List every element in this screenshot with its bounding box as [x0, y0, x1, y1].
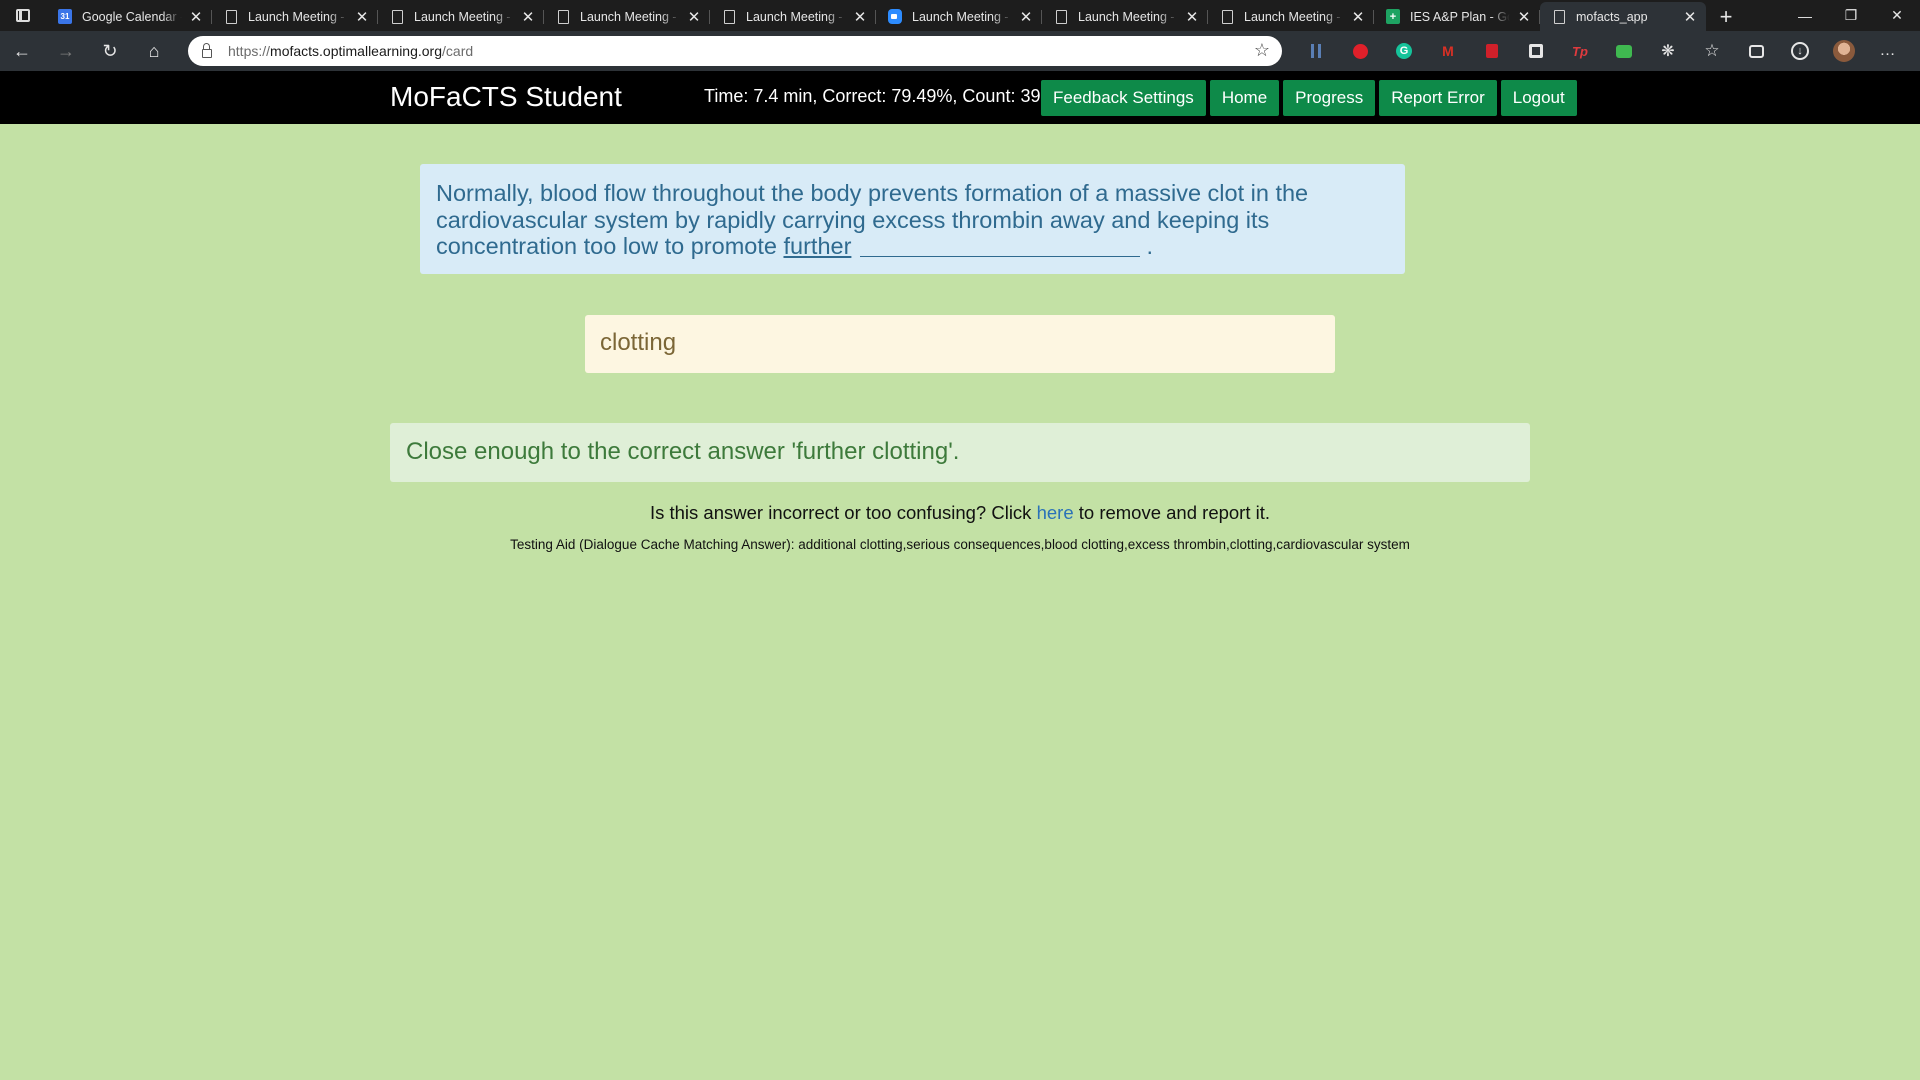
nav-buttons: Feedback Settings Home Progress Report E… [1041, 80, 1577, 116]
close-tab-icon[interactable]: ✕ [1018, 8, 1034, 26]
close-tab-icon[interactable]: ✕ [686, 8, 702, 26]
browser-tab[interactable]: Launch Meeting - ✕ [710, 2, 876, 31]
browser-toolbar: ← → ↻ ⌂ https://mofacts.optimallearning.… [0, 31, 1920, 71]
report-prefix: Is this answer incorrect or too confusin… [649, 502, 1032, 523]
adblock-icon[interactable] [1338, 31, 1382, 71]
document-icon [556, 9, 570, 25]
favorites-icon[interactable]: ☆ [1690, 31, 1734, 71]
report-prompt: Is this answer incorrect or too confusin… [0, 502, 1920, 524]
collections-icon[interactable] [1734, 31, 1778, 71]
question-prompt: Normally, blood flow throughout the body… [420, 164, 1405, 274]
testing-aid: Testing Aid (Dialogue Cache Matching Ans… [510, 537, 1410, 552]
close-tab-icon[interactable]: ✕ [1184, 8, 1200, 26]
favorite-star-icon[interactable]: ☆ [1254, 40, 1270, 61]
question-end: . [1146, 233, 1153, 259]
forward-icon[interactable]: → [44, 31, 88, 71]
new-tab-button[interactable]: + [1706, 2, 1746, 31]
document-icon [1220, 9, 1234, 25]
question-underlined-word: further [783, 233, 852, 259]
feedback-message: Close enough to the correct answer 'furt… [390, 423, 1530, 482]
tab-title: Launch Meeting - [414, 9, 511, 24]
document-icon [224, 9, 238, 25]
calendar-icon: 31 [58, 9, 72, 25]
tab-title: IES A&P Plan - Goo [1410, 9, 1510, 24]
home-icon[interactable]: ⌂ [132, 31, 176, 71]
close-tab-icon[interactable]: ✕ [520, 8, 536, 26]
tab-title: Launch Meeting - [912, 9, 1009, 24]
document-icon [1552, 9, 1566, 25]
browser-tab[interactable]: Launch Meeting - ✕ [1042, 2, 1208, 31]
close-tab-icon[interactable]: ✕ [354, 8, 370, 26]
document-icon [390, 9, 404, 25]
browser-tab[interactable]: Launch Meeting - ✕ [876, 2, 1042, 31]
lock-icon[interactable] [202, 43, 212, 58]
browser-tab-strip: 31 Google Calendar - ✕ Launch Meeting - ✕ L… [0, 0, 1920, 31]
close-tab-icon[interactable]: ✕ [1682, 8, 1698, 26]
browser-tab[interactable]: + IES A&P Plan - Goo ✕ [1374, 2, 1540, 31]
progress-button[interactable]: Progress [1283, 80, 1376, 116]
back-icon[interactable]: ← [0, 31, 44, 71]
close-window-icon[interactable]: ✕ [1874, 0, 1920, 31]
tab-title: Launch Meeting - [248, 9, 345, 24]
browser-tab-active[interactable]: mofacts_app ✕ [1540, 2, 1706, 31]
tab-title: Launch Meeting - [580, 9, 677, 24]
address-bar[interactable]: https://mofacts.optimallearning.org/card… [188, 36, 1282, 66]
document-icon [722, 9, 736, 25]
puzzle-extensions-icon[interactable]: ❋ [1646, 31, 1690, 71]
tab-title: Launch Meeting - [1078, 9, 1175, 24]
tab-title: mofacts_app [1576, 9, 1648, 24]
grammarly-icon[interactable]: G [1382, 31, 1426, 71]
answer-field[interactable]: clotting [585, 315, 1335, 373]
app-header: MoFaCTS Student Time: 7.4 min, Correct: … [0, 71, 1920, 124]
report-error-button[interactable]: Report Error [1379, 80, 1497, 116]
zoom-icon [888, 9, 902, 25]
answer-value: clotting [600, 329, 677, 356]
browser-tab[interactable]: Launch Meeting - ✕ [212, 2, 378, 31]
tab-title: Launch Meeting - [1244, 9, 1341, 24]
tp-extension-icon[interactable]: Tp [1558, 31, 1602, 71]
app-title[interactable]: MoFaCTS Student [390, 81, 622, 113]
downloads-icon[interactable]: ↓ [1778, 31, 1822, 71]
logout-button[interactable]: Logout [1500, 80, 1577, 116]
report-here-link[interactable]: here [1037, 502, 1074, 523]
session-stats: Time: 7.4 min, Correct: 79.49%, Count: 3… [704, 86, 1041, 106]
profile-avatar[interactable] [1822, 31, 1866, 71]
gmail-extension-icon[interactable]: M [1426, 31, 1470, 71]
close-tab-icon[interactable]: ✕ [1516, 8, 1532, 26]
password-lock-icon[interactable] [1470, 31, 1514, 71]
tab-actions-button[interactable] [0, 0, 46, 31]
feedback-settings-button[interactable]: Feedback Settings [1041, 80, 1206, 116]
browser-tab[interactable]: Launch Meeting - ✕ [378, 2, 544, 31]
reading-view-icon[interactable] [1294, 31, 1338, 71]
home-button[interactable]: Home [1209, 80, 1280, 116]
close-tab-icon[interactable]: ✕ [1350, 8, 1366, 26]
drive-extension-icon[interactable] [1602, 31, 1646, 71]
tab-title: Launch Meeting - [746, 9, 843, 24]
window-extension-icon[interactable] [1514, 31, 1558, 71]
browser-tab[interactable]: Launch Meeting - ✕ [1208, 2, 1374, 31]
report-suffix: to remove and report it. [1078, 502, 1271, 523]
more-menu-icon[interactable]: … [1866, 31, 1910, 71]
tab-title: Google Calendar - [82, 9, 182, 24]
close-tab-icon[interactable]: ✕ [852, 8, 868, 26]
tab-list: 31 Google Calendar - ✕ Launch Meeting - ✕ L… [46, 2, 1706, 31]
extensions-area: G M Tp ❋ ☆ ↓ … [1294, 31, 1910, 71]
browser-tab[interactable]: Launch Meeting - ✕ [544, 2, 710, 31]
window-controls: — ❐ ✕ [1782, 0, 1920, 31]
close-tab-icon[interactable]: ✕ [188, 8, 204, 26]
restore-icon[interactable]: ❐ [1828, 0, 1874, 31]
document-icon [1054, 9, 1068, 25]
answer-blank [859, 235, 1140, 257]
refresh-icon[interactable]: ↻ [88, 31, 132, 71]
browser-tab[interactable]: 31 Google Calendar - ✕ [46, 2, 212, 31]
tab-actions-icon [16, 9, 30, 22]
url-text[interactable]: https://mofacts.optimallearning.org/card [228, 43, 473, 59]
sheets-icon: + [1386, 9, 1400, 25]
minimize-icon[interactable]: — [1782, 0, 1828, 31]
